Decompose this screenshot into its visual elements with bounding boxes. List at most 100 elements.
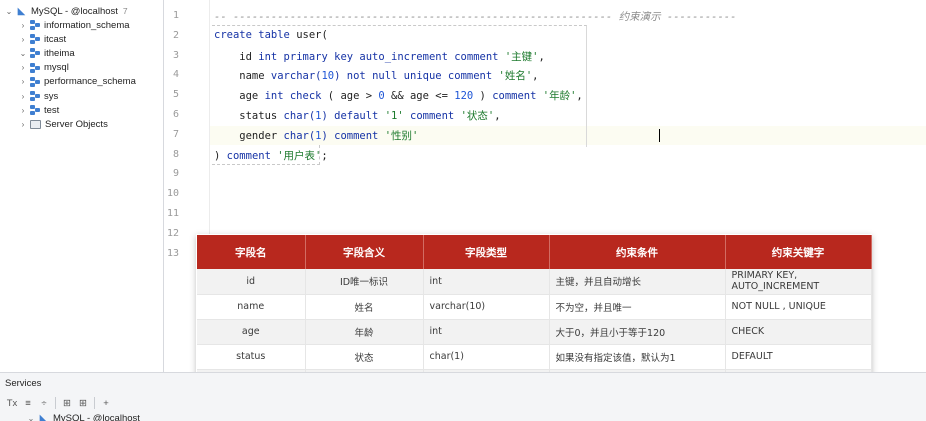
- code-token: ,: [494, 110, 501, 122]
- layout-icon[interactable]: ⊞: [75, 395, 91, 411]
- tree-item-label: test: [44, 104, 60, 116]
- code-line[interactable]: age int check ( age > 0 && age <= 120 ) …: [214, 88, 582, 103]
- cell-field-meaning: 年龄: [305, 319, 424, 345]
- code-token: int check: [264, 90, 328, 103]
- code-token: ( age >: [327, 90, 379, 103]
- services-item-label: MySQL - @localhost: [53, 413, 140, 421]
- toolbar-divider: [94, 397, 95, 409]
- code-token: ): [473, 90, 493, 103]
- code-token: create table: [214, 28, 297, 41]
- schema-icon: [30, 105, 40, 116]
- chevron-right-icon[interactable]: ›: [18, 35, 28, 44]
- services-panel: Services Tx ≡ ÷ ⊞ ⊞ + ⌄ ◣ MySQL - @local…: [0, 372, 926, 421]
- cell-field-name: age: [197, 319, 306, 345]
- chevron-down-icon[interactable]: ⌄: [4, 7, 14, 16]
- line-number: 10: [166, 188, 179, 200]
- line-number: 7: [172, 128, 179, 140]
- line-number: 13: [166, 247, 179, 259]
- group-icon[interactable]: ⊞: [59, 395, 75, 411]
- code-line[interactable]: name varchar(10) not null unique comment…: [214, 68, 538, 83]
- code-token: name: [214, 70, 271, 83]
- chevron-down-icon[interactable]: ⌄: [26, 414, 36, 421]
- line-number: 2: [172, 29, 179, 41]
- schema-icon: [30, 48, 40, 59]
- chevron-down-icon[interactable]: ⌄: [18, 49, 28, 58]
- code-token: '年龄': [542, 90, 577, 103]
- tree-item-schema[interactable]: › test: [18, 103, 60, 117]
- header-constraint-condition: 约束条件: [549, 235, 726, 269]
- tree-connection-row[interactable]: ⌄ ◣ MySQL - @localhost 7: [4, 4, 128, 18]
- header-field-type: 字段类型: [423, 235, 550, 269]
- code-token: && age <=: [384, 90, 455, 103]
- chevron-right-icon[interactable]: ›: [18, 63, 28, 72]
- code-token: int primary key auto_increment comment: [258, 50, 505, 63]
- line-number: 9: [172, 168, 179, 180]
- line-number: 1: [172, 10, 179, 21]
- code-token: '主键': [504, 50, 539, 63]
- cell-field-name: status: [197, 344, 306, 370]
- line-number: 8: [172, 148, 179, 160]
- code-line[interactable]: gender char(1) comment '性别': [214, 128, 418, 143]
- code-token: -----------: [660, 11, 737, 23]
- code-token: id: [214, 50, 259, 63]
- code-token: char(: [283, 110, 316, 122]
- mysql-connection-icon: ◣: [17, 5, 26, 17]
- code-line[interactable]: status char(1) default '1' comment '状态',: [214, 108, 501, 123]
- services-title: Services: [5, 378, 42, 389]
- expand-all-icon[interactable]: ≡: [20, 395, 36, 411]
- cell-field-meaning: 姓名: [305, 294, 424, 320]
- chevron-right-icon[interactable]: ›: [18, 92, 28, 101]
- cell-constraint-keyword: CHECK: [725, 319, 872, 345]
- cell-constraint-keyword: DEFAULT: [725, 344, 872, 370]
- code-line[interactable]: -- -------------------------------------…: [214, 9, 736, 24]
- tree-item-schema[interactable]: › sys: [18, 89, 59, 103]
- code-line[interactable]: create table user(: [214, 29, 328, 41]
- tree-item-schema[interactable]: › mysql: [18, 61, 69, 75]
- code-token: gender: [214, 129, 284, 142]
- chevron-right-icon[interactable]: ›: [18, 106, 28, 115]
- schema-icon: [30, 91, 40, 101]
- tree-item-label: itheima: [44, 47, 75, 59]
- tree-item-schema[interactable]: › information_schema: [18, 18, 130, 32]
- code-line[interactable]: id int primary key auto_increment commen…: [214, 49, 545, 64]
- transaction-icon[interactable]: Tx: [4, 395, 20, 411]
- code-token: ;: [321, 149, 328, 162]
- code-token: ) comment: [321, 129, 385, 142]
- code-token: '用户表': [277, 149, 322, 162]
- chevron-right-icon[interactable]: ›: [18, 120, 28, 129]
- services-toolbar: Tx ≡ ÷ ⊞ ⊞ +: [4, 395, 114, 411]
- cell-field-name: name: [197, 294, 306, 320]
- toolbar-divider: [55, 397, 56, 409]
- constraint-table-header: 字段名 字段含义 字段类型 约束条件 约束关键字: [197, 235, 872, 269]
- tree-item-label: itcast: [44, 33, 67, 45]
- cell-constraint-keyword: NOT NULL , UNIQUE: [725, 294, 872, 320]
- connection-count-badge: 7: [122, 6, 128, 16]
- tree-item-server-objects[interactable]: › Server Objects: [18, 117, 108, 131]
- chevron-right-icon[interactable]: ›: [18, 77, 28, 86]
- code-token: user(: [296, 28, 328, 41]
- cell-field-type: int: [423, 319, 550, 345]
- chevron-right-icon[interactable]: ›: [18, 21, 28, 30]
- cell-constraint-condition: 不为空，并且唯一: [549, 294, 726, 320]
- cell-field-meaning: 状态: [305, 344, 424, 370]
- schema-icon: [30, 20, 40, 30]
- tree-item-label: mysql: [44, 62, 69, 74]
- code-token: varchar(: [270, 70, 322, 83]
- table-row: id ID唯一标识 int 主键，并且自动增长 PRIMARY KEY, AUTO_IN…: [197, 269, 872, 295]
- schema-icon: [30, 34, 40, 45]
- code-token: 10: [321, 70, 335, 83]
- tree-item-schema[interactable]: › performance_schema: [18, 75, 136, 89]
- cell-field-meaning: ID唯一标识: [305, 269, 424, 295]
- code-line[interactable]: ) comment '用户表';: [214, 148, 328, 163]
- cell-field-type: char(1): [423, 344, 550, 370]
- code-token: '1': [384, 110, 410, 122]
- collapse-all-icon[interactable]: ÷: [36, 395, 52, 411]
- add-icon[interactable]: +: [98, 395, 114, 411]
- tree-item-schema[interactable]: ⌄ itheima: [18, 46, 75, 60]
- tree-item-schema[interactable]: › itcast: [18, 32, 67, 46]
- cell-field-type: int: [423, 269, 550, 295]
- code-token: comment: [410, 110, 461, 122]
- code-token: '姓名': [498, 70, 533, 83]
- line-number: 5: [172, 89, 179, 101]
- services-connection-item[interactable]: ⌄ ◣ MySQL - @localhost: [26, 413, 140, 421]
